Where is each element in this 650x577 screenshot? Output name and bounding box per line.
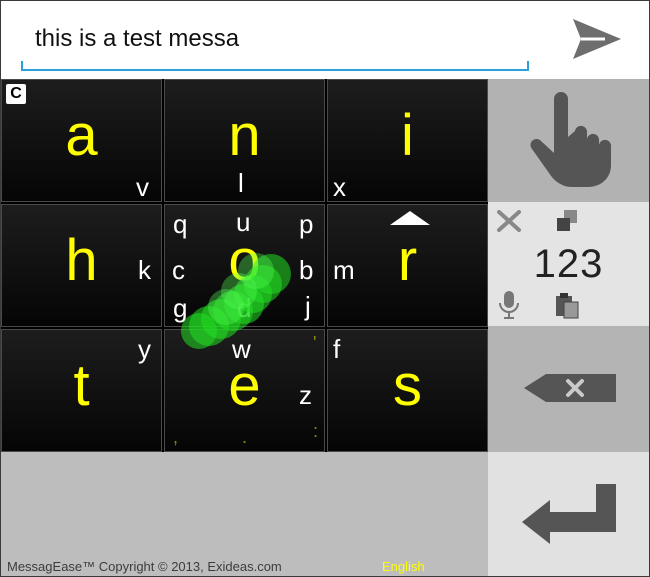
close-x-icon xyxy=(497,210,521,232)
key-grid: C a v n l i x h k o q u p c b g d j r m … xyxy=(1,79,488,452)
key-o[interactable]: o q u p c b g d j xyxy=(164,204,325,327)
key-e[interactable]: e w z ' , . : xyxy=(164,329,325,452)
key-sub-letter: q xyxy=(173,209,188,239)
input-underline xyxy=(21,61,529,71)
key-sub-letter: z xyxy=(299,380,312,410)
copy-icon xyxy=(557,210,577,231)
key-sub-letter: v xyxy=(136,172,149,202)
message-text: this is a test messa xyxy=(35,25,240,52)
key-sub-letter: c xyxy=(172,255,185,285)
function-column: 123 xyxy=(488,79,649,576)
app-frame: this is a test messa C a v n l i x h k o… xyxy=(0,0,650,577)
key-sub-letter: w xyxy=(232,334,251,364)
key-s[interactable]: s f xyxy=(327,329,488,452)
shift-indicator-icon xyxy=(390,211,430,225)
input-bar: this is a test messa xyxy=(1,1,649,79)
key-r[interactable]: r m xyxy=(327,204,488,327)
key-t[interactable]: t y xyxy=(1,329,162,452)
key-sub-letter: d xyxy=(237,293,252,323)
key-i[interactable]: i x xyxy=(327,79,488,202)
key-sub-letter: p xyxy=(299,209,314,239)
key-sub-letter: b xyxy=(299,255,314,285)
message-input[interactable]: this is a test messa xyxy=(21,19,529,71)
key-sub-letter: g xyxy=(173,293,188,323)
numbers-label: 123 xyxy=(533,242,604,286)
space-bar-area[interactable]: MessagEase™ Copyright © 2013, Exideas.co… xyxy=(1,452,488,576)
key-sub-letter: ' xyxy=(313,333,317,353)
key-sub-letter: l xyxy=(238,168,244,198)
paste-icon xyxy=(556,293,579,319)
key-sub-letter: k xyxy=(138,255,151,285)
language-label[interactable]: English xyxy=(382,559,425,574)
key-sub-letter: u xyxy=(236,207,251,237)
key-main-letter: i xyxy=(401,103,414,168)
key-n[interactable]: n l xyxy=(164,79,325,202)
send-icon xyxy=(573,19,621,59)
key-sub-letter: f xyxy=(333,334,341,364)
keyboard: C a v n l i x h k o q u p c b g d j r m … xyxy=(1,79,649,576)
hand-button[interactable] xyxy=(488,79,649,202)
send-button[interactable] xyxy=(561,11,631,67)
key-main-letter: t xyxy=(73,353,90,418)
key-a[interactable]: C a v xyxy=(1,79,162,202)
mic-icon xyxy=(499,291,519,319)
hand-pointer-icon xyxy=(530,92,612,187)
key-main-letter: a xyxy=(65,103,98,168)
copyright-text: MessagEase™ Copyright © 2013, Exideas.co… xyxy=(7,559,282,574)
key-sub-letter: j xyxy=(305,291,311,321)
key-sub-letter: x xyxy=(333,172,346,202)
enter-button[interactable] xyxy=(488,452,649,576)
key-sub-letter: m xyxy=(333,255,355,285)
numbers-button[interactable]: 123 xyxy=(488,202,649,326)
punct-mark: : xyxy=(313,421,319,441)
enter-icon xyxy=(522,484,616,544)
key-h[interactable]: h k xyxy=(1,204,162,327)
key-sub-letter: y xyxy=(138,334,151,364)
backspace-button[interactable] xyxy=(488,326,649,452)
key-main-letter: s xyxy=(393,353,422,418)
punct-mark: . xyxy=(242,427,248,447)
key-main-letter: n xyxy=(228,103,261,168)
backspace-icon xyxy=(524,374,616,402)
punct-mark: , xyxy=(173,427,179,447)
mode-badge[interactable]: C xyxy=(6,84,26,104)
